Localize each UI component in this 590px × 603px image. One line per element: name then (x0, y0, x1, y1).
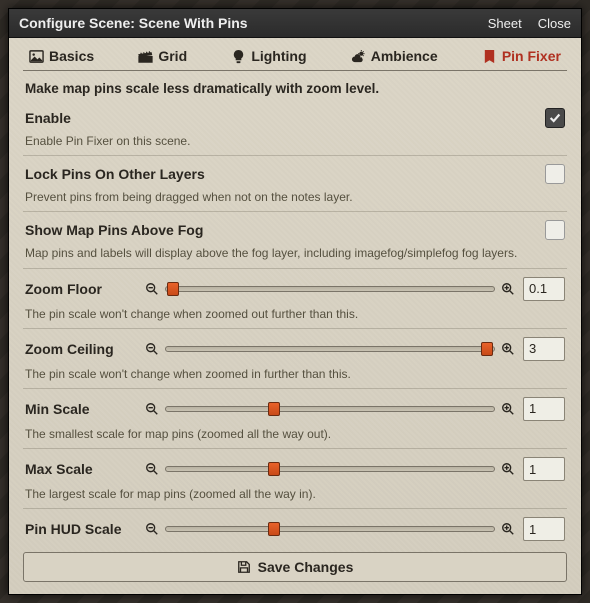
above-hint: Map pins and labels will display above t… (25, 245, 565, 261)
row-lock: Lock Pins On Other Layers Prevent pins f… (23, 156, 567, 212)
image-icon (29, 49, 44, 64)
window-title: Configure Scene: Scene With Pins (19, 15, 472, 31)
row-above-fog: Show Map Pins Above Fog Map pins and lab… (23, 212, 567, 268)
configure-scene-window: Configure Scene: Scene With Pins Sheet C… (8, 8, 582, 595)
close-button[interactable]: Close (534, 16, 571, 31)
zoom-out-icon (145, 402, 159, 416)
tab-grid[interactable]: Grid (138, 48, 187, 64)
clapper-icon (138, 49, 153, 64)
lock-label: Lock Pins On Other Layers (25, 166, 205, 182)
slider-thumb[interactable] (268, 462, 280, 476)
zoom-out-icon (145, 462, 159, 476)
sheet-button[interactable]: Sheet (484, 16, 522, 31)
lock-hint: Prevent pins from being dragged when not… (25, 189, 565, 205)
row-enable: Enable Enable Pin Fixer on this scene. (23, 100, 567, 156)
minsc-hint: The smallest scale for map pins (zoomed … (25, 426, 565, 442)
form: Enable Enable Pin Fixer on this scene. L… (23, 100, 567, 544)
zceil-hint: The pin scale won't change when zoomed i… (25, 366, 565, 382)
slider-thumb[interactable] (268, 402, 280, 416)
tab-bar: Basics Grid Lighting Ambience Pin Fixer (23, 48, 567, 71)
zceil-slider[interactable] (165, 346, 495, 352)
cloud-sun-icon (351, 49, 366, 64)
content-area: Basics Grid Lighting Ambience Pin Fixer … (9, 38, 581, 594)
intro-text: Make map pins scale less dramatically wi… (23, 77, 567, 100)
row-min-scale: Min Scale 1 The smallest scale for map p… (23, 389, 567, 449)
slider-thumb[interactable] (167, 282, 179, 296)
tab-pinfixer[interactable]: Pin Fixer (482, 48, 561, 64)
maxsc-input[interactable]: 1 (523, 457, 565, 481)
zfloor-input[interactable]: 0.1 (523, 277, 565, 301)
zceil-input[interactable]: 3 (523, 337, 565, 361)
zoom-in-icon (501, 402, 515, 416)
maxsc-label: Max Scale (25, 461, 137, 477)
zoom-out-icon (145, 282, 159, 296)
tab-basics[interactable]: Basics (29, 48, 94, 64)
hud-input[interactable]: 1 (523, 517, 565, 541)
row-max-scale: Max Scale 1 The largest scale for map pi… (23, 449, 567, 509)
zoom-in-icon (501, 522, 515, 536)
bulb-icon (231, 49, 246, 64)
tab-lighting[interactable]: Lighting (231, 48, 306, 64)
enable-hint: Enable Pin Fixer on this scene. (25, 133, 565, 149)
zceil-label: Zoom Ceiling (25, 341, 137, 357)
row-hud-scale: Pin HUD Scale 1 Some modules, such as Pi… (23, 509, 567, 544)
enable-checkbox[interactable] (545, 108, 565, 128)
maxsc-hint: The largest scale for map pins (zoomed a… (25, 486, 565, 502)
minsc-label: Min Scale (25, 401, 137, 417)
minsc-slider[interactable] (165, 406, 495, 412)
zoom-in-icon (501, 462, 515, 476)
hud-slider[interactable] (165, 526, 495, 532)
above-checkbox[interactable] (545, 220, 565, 240)
hud-label: Pin HUD Scale (25, 521, 137, 537)
bookmark-icon (482, 49, 497, 64)
save-button[interactable]: Save Changes (23, 552, 567, 582)
maxsc-slider[interactable] (165, 466, 495, 472)
slider-thumb[interactable] (268, 522, 280, 536)
zoom-in-icon (501, 282, 515, 296)
minsc-input[interactable]: 1 (523, 397, 565, 421)
zfloor-label: Zoom Floor (25, 281, 137, 297)
enable-label: Enable (25, 110, 71, 126)
row-zoom-ceiling: Zoom Ceiling 3 The pin scale won't chang… (23, 329, 567, 389)
tab-ambience[interactable]: Ambience (351, 48, 438, 64)
zfloor-slider[interactable] (165, 286, 495, 292)
titlebar: Configure Scene: Scene With Pins Sheet C… (9, 9, 581, 38)
save-icon (237, 560, 251, 574)
zfloor-hint: The pin scale won't change when zoomed o… (25, 306, 565, 322)
lock-checkbox[interactable] (545, 164, 565, 184)
zoom-in-icon (501, 342, 515, 356)
check-icon (548, 111, 562, 125)
slider-thumb[interactable] (481, 342, 493, 356)
zoom-out-icon (145, 522, 159, 536)
above-label: Show Map Pins Above Fog (25, 222, 203, 238)
row-zoom-floor: Zoom Floor 0.1 The pin scale won't chang… (23, 269, 567, 329)
zoom-out-icon (145, 342, 159, 356)
